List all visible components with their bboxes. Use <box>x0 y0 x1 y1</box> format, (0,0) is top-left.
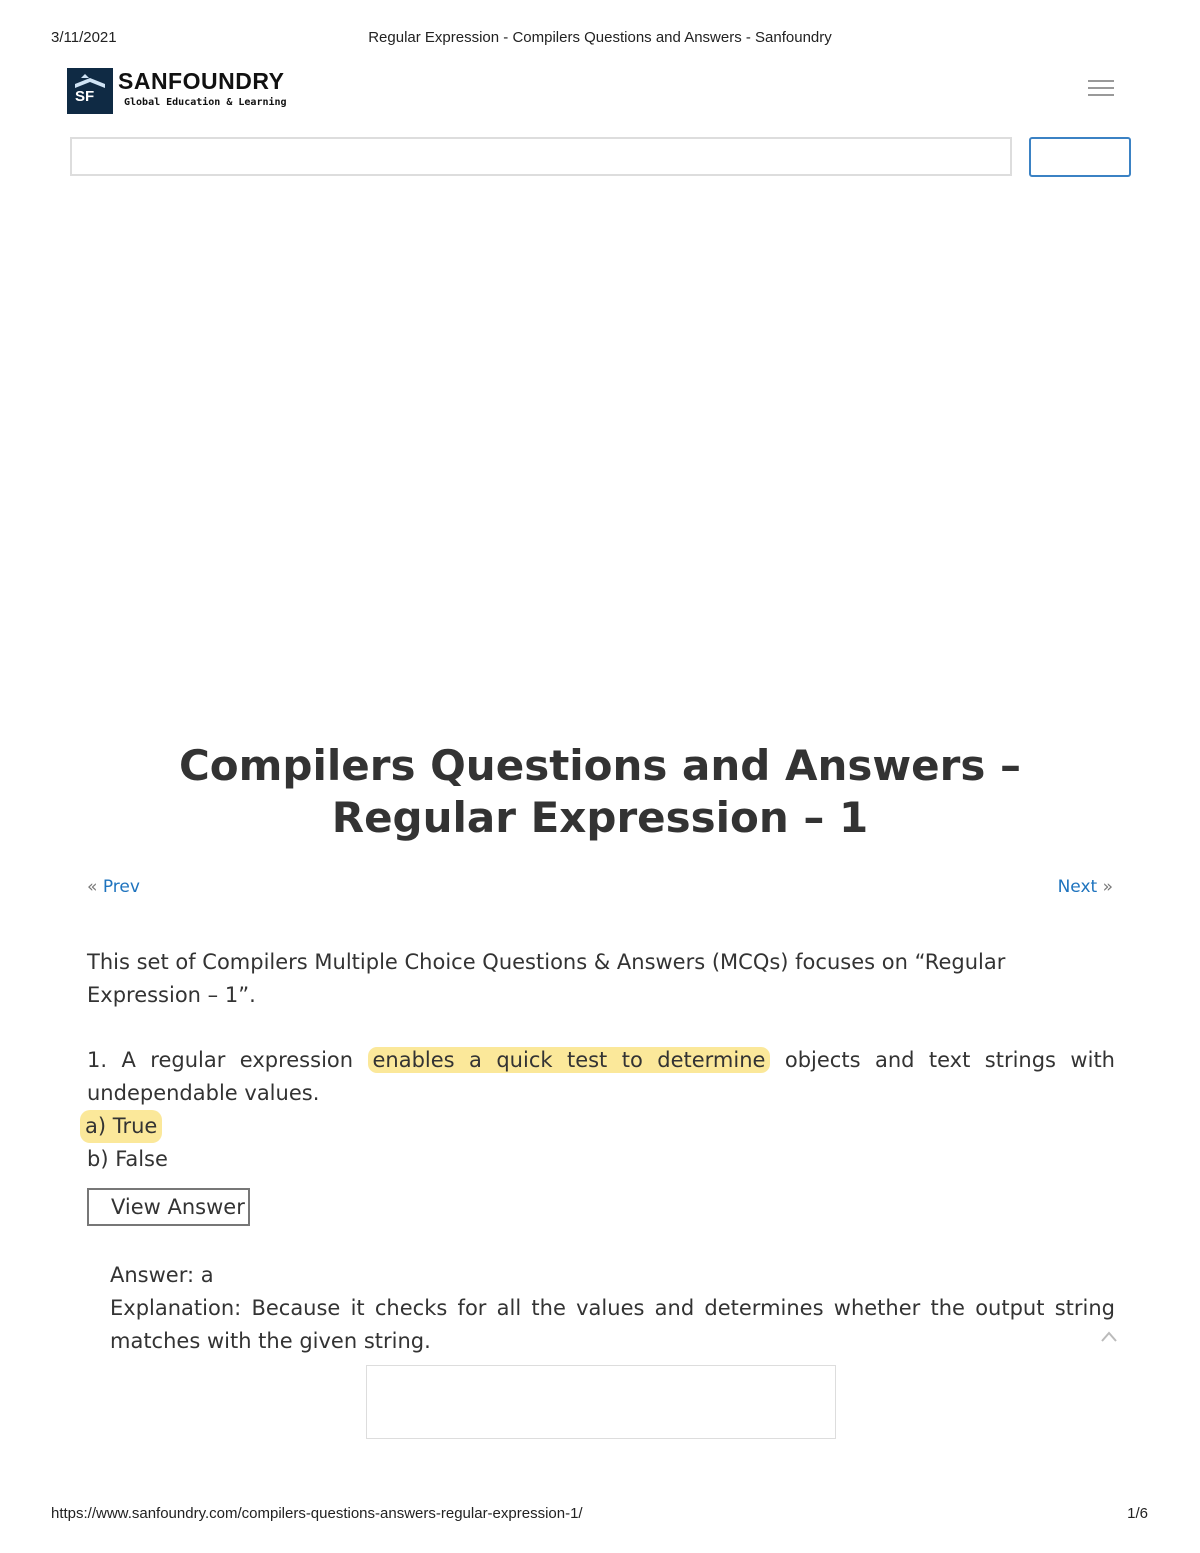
search-input[interactable] <box>70 137 1012 176</box>
prev-label[interactable]: Prev <box>103 877 140 897</box>
logo-badge: SF <box>67 68 113 114</box>
print-header: 3/11/2021 Regular Expression - Compilers… <box>0 29 1200 49</box>
menu-bar <box>1088 87 1114 89</box>
answer-text: Answer: a <box>110 1263 214 1287</box>
page-title: Compilers Questions and Answers – Regula… <box>178 741 1021 842</box>
ad-placeholder <box>366 1365 836 1439</box>
menu-bar <box>1088 94 1114 96</box>
answer-block: Answer: a Explanation: Because it checks… <box>110 1259 1115 1358</box>
next-arrow: » <box>1102 877 1113 897</box>
menu-bar <box>1088 80 1114 82</box>
hamburger-menu-icon[interactable] <box>1088 80 1114 100</box>
prev-arrow: « <box>87 877 98 897</box>
print-page-title: Regular Expression - Compilers Questions… <box>368 29 832 46</box>
next-label[interactable]: Next <box>1058 877 1098 897</box>
intro-text: This set of Compilers Multiple Choice Qu… <box>87 950 1006 1007</box>
logo-badge-text: SF <box>75 88 95 105</box>
question-block: 1. A regular expression enables a quick … <box>80 1044 1115 1176</box>
print-page-number: 1/6 <box>1127 1505 1148 1522</box>
next-link[interactable]: Next » <box>1058 877 1113 897</box>
explanation-text: Explanation: Because it checks for all t… <box>110 1296 1115 1353</box>
print-url: https://www.sanfoundry.com/compilers-que… <box>51 1505 583 1522</box>
logo-brand: SANFOUNDRY <box>118 68 285 94</box>
print-footer: https://www.sanfoundry.com/compilers-que… <box>0 1505 1200 1525</box>
view-answer-button[interactable]: View Answer <box>87 1188 250 1226</box>
logo-tagline: Global Education & Learning <box>124 97 287 108</box>
question-highlight: enables a quick test to determine <box>367 1047 771 1073</box>
question-number: 1. <box>87 1048 108 1072</box>
question-text-before: A regular expression <box>121 1048 354 1072</box>
option-b: b) False <box>87 1147 168 1171</box>
option-a: a) True <box>80 1110 163 1143</box>
site-logo[interactable]: SF SANFOUNDRY Global Education & Learnin… <box>67 68 312 114</box>
chevron-up-icon[interactable] <box>1100 1328 1118 1346</box>
option-a-row: a) True <box>80 1110 1115 1143</box>
prev-link[interactable]: « Prev <box>87 877 140 897</box>
search-button[interactable] <box>1029 137 1131 177</box>
